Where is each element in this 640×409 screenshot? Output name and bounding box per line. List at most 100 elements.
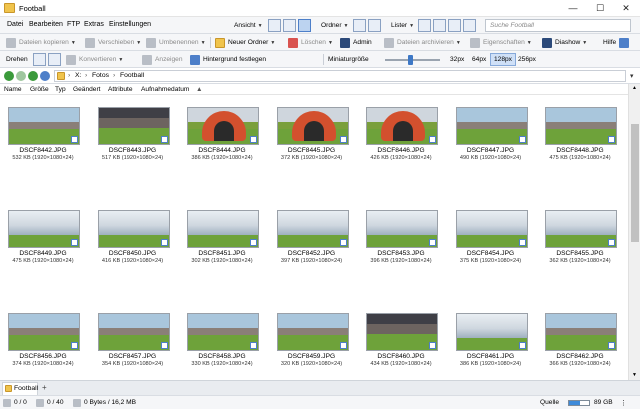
image-thumbnail[interactable] [545,210,617,248]
image-thumbnail[interactable] [276,210,349,248]
lister-horizontal-icon[interactable] [463,19,476,32]
size-32-button[interactable]: 32px [447,53,467,66]
image-thumbnail[interactable] [276,313,349,351]
file-tile[interactable]: DSCF8447.JPG 490 KB (1920×1080×24) [448,97,534,161]
scroll-up-icon[interactable]: ▲ [632,85,637,91]
column-type[interactable]: Typ [55,86,66,93]
file-tile[interactable]: DSCF8449.JPG 475 KB (1920×1080×24) [0,200,86,264]
scrollbar-thumb[interactable] [631,124,639,242]
move-button[interactable]: Verschieben ▼ [85,36,141,49]
file-tile[interactable]: DSCF8448.JPG 475 KB (1920×1080×24) [537,97,623,161]
archive-button[interactable]: Dateien archivieren ▼ [384,36,461,49]
image-thumbnail[interactable] [455,107,528,145]
file-tile[interactable]: DSCF8453.JPG 396 KB (1920×1080×24) [358,200,444,264]
maximize-button[interactable]: ☐ [587,0,613,17]
column-date-taken[interactable]: Aufnahmedatum [141,86,189,93]
column-size[interactable]: Größe [30,86,49,93]
menu-bearbeiten[interactable]: Bearbeiten [29,21,63,28]
lister-menu-button[interactable]: Lister ▼ [391,19,414,32]
file-tile[interactable]: DSCF8455.JPG 362 KB (1920×1080×24) [537,200,623,264]
show-button[interactable]: Anzeigen [142,53,183,66]
image-thumbnail[interactable] [8,107,80,145]
menu-extras[interactable]: Extras [84,21,104,28]
search-input[interactable]: Suche Football [485,19,631,32]
back-icon[interactable] [4,71,14,81]
breadcrumb-football[interactable]: Football [120,72,144,79]
menu-datei[interactable]: Datei [7,21,23,28]
image-thumbnail[interactable] [545,107,617,145]
breadcrumb-drive[interactable]: X: [75,72,81,79]
rename-button[interactable]: Umbenennen ▼ [146,36,206,49]
size-128-button[interactable]: 128px [490,53,516,66]
thumb-size-slider-handle[interactable] [407,55,413,65]
view-thumbnails-icon[interactable] [298,19,311,32]
wallpaper-button[interactable]: Hintergrund festlegen [190,53,266,66]
folder-tree-icon[interactable] [353,19,366,32]
file-tile[interactable]: DSCF8443.JPG 517 KB (1920×1080×24) [90,97,176,161]
lister-dual-icon[interactable] [433,19,446,32]
size-64-button[interactable]: 64px [469,53,489,66]
scroll-down-icon[interactable]: ▼ [632,372,637,378]
file-tile[interactable]: DSCF8446.JPG 426 KB (1920×1080×24) [358,97,444,161]
column-attributes[interactable]: Attribute [108,86,133,93]
properties-button[interactable]: Eigenschaften ▼ [470,36,532,49]
file-tile[interactable]: DSCF8451.JPG 302 KB (1920×1080×24) [179,200,265,264]
breadcrumb-fotos[interactable]: Fotos [92,72,109,79]
lister-single-icon[interactable] [418,19,431,32]
close-button[interactable]: ✕ [613,0,639,17]
copy-button[interactable]: Dateien kopieren ▼ [6,36,76,49]
rotate-button[interactable]: Drehen [6,53,28,66]
file-tile[interactable]: DSCF8450.JPG 416 KB (1920×1080×24) [90,200,176,264]
image-thumbnail[interactable] [276,107,349,145]
file-tile[interactable]: DSCF8442.JPG 532 KB (1920×1080×24) [0,97,86,161]
image-thumbnail[interactable] [187,313,259,351]
image-thumbnail[interactable] [187,210,259,248]
size-256-button[interactable]: 256px [515,53,539,66]
file-tile[interactable]: DSCF8458.JPG 330 KB (1920×1080×24) [179,303,265,367]
image-thumbnail[interactable] [455,313,528,351]
forward-icon[interactable] [16,71,26,81]
menu-einstellungen[interactable]: Einstellungen [109,21,151,28]
folder-menu-button[interactable]: Ordner ▼ [321,19,348,32]
file-tile[interactable]: DSCF8454.JPG 375 KB (1920×1080×24) [448,200,534,264]
convert-button[interactable]: Konvertieren ▼ [66,53,123,66]
image-thumbnail[interactable] [366,210,438,248]
admin-button[interactable]: Admin [340,36,372,49]
image-thumbnail[interactable] [97,107,170,145]
view-menu-button[interactable]: Ansicht ▼ [234,19,263,32]
up-icon[interactable] [28,71,38,81]
file-tile[interactable]: DSCF8462.JPG 366 KB (1920×1080×24) [537,303,623,367]
image-thumbnail[interactable] [187,107,259,145]
menu-ftp[interactable]: FTP [67,21,80,28]
rotate-left-icon[interactable] [33,53,46,66]
image-thumbnail[interactable] [97,313,170,351]
file-tile[interactable]: DSCF8459.JPG 320 KB (1920×1080×24) [269,303,355,367]
thumb-size-slider-track[interactable] [385,55,440,65]
file-tile[interactable]: DSCF8460.JPG 434 KB (1920×1080×24) [358,303,444,367]
vertical-scrollbar[interactable]: ▲ ▼ [628,84,640,380]
add-tab-button[interactable]: + [42,383,47,392]
help-button[interactable]: Hilfe [603,36,630,49]
image-thumbnail[interactable] [366,313,438,351]
status-more-icon[interactable]: ⋮ [620,399,627,407]
file-tile[interactable]: DSCF8456.JPG 374 KB (1920×1080×24) [0,303,86,367]
column-modified[interactable]: Geändert [73,86,101,93]
file-tile[interactable]: DSCF8461.JPG 386 KB (1920×1080×24) [448,303,534,367]
file-tile[interactable]: DSCF8452.JPG 397 KB (1920×1080×24) [269,200,355,264]
refresh-icon[interactable] [40,71,50,81]
image-thumbnail[interactable] [8,313,80,351]
file-tile[interactable]: DSCF8457.JPG 354 KB (1920×1080×24) [90,303,176,367]
file-tile[interactable]: DSCF8445.JPG 372 KB (1920×1080×24) [269,97,355,161]
image-thumbnail[interactable] [366,107,438,145]
tab-football[interactable]: Football [2,382,38,395]
image-thumbnail[interactable] [8,210,80,248]
view-list-icon[interactable] [283,19,296,32]
slideshow-button[interactable]: Diashow ▼ [542,36,587,49]
minimize-button[interactable]: — [560,0,586,17]
image-thumbnail[interactable] [455,210,528,248]
folder-pane-icon[interactable] [368,19,381,32]
column-name[interactable]: Name [4,86,22,93]
history-dropdown-icon[interactable]: ▾ [630,72,633,80]
new-folder-button[interactable]: Neuer Ordner ▼ [215,36,275,49]
file-tile[interactable]: DSCF8444.JPG 386 KB (1920×1080×24) [179,97,265,161]
